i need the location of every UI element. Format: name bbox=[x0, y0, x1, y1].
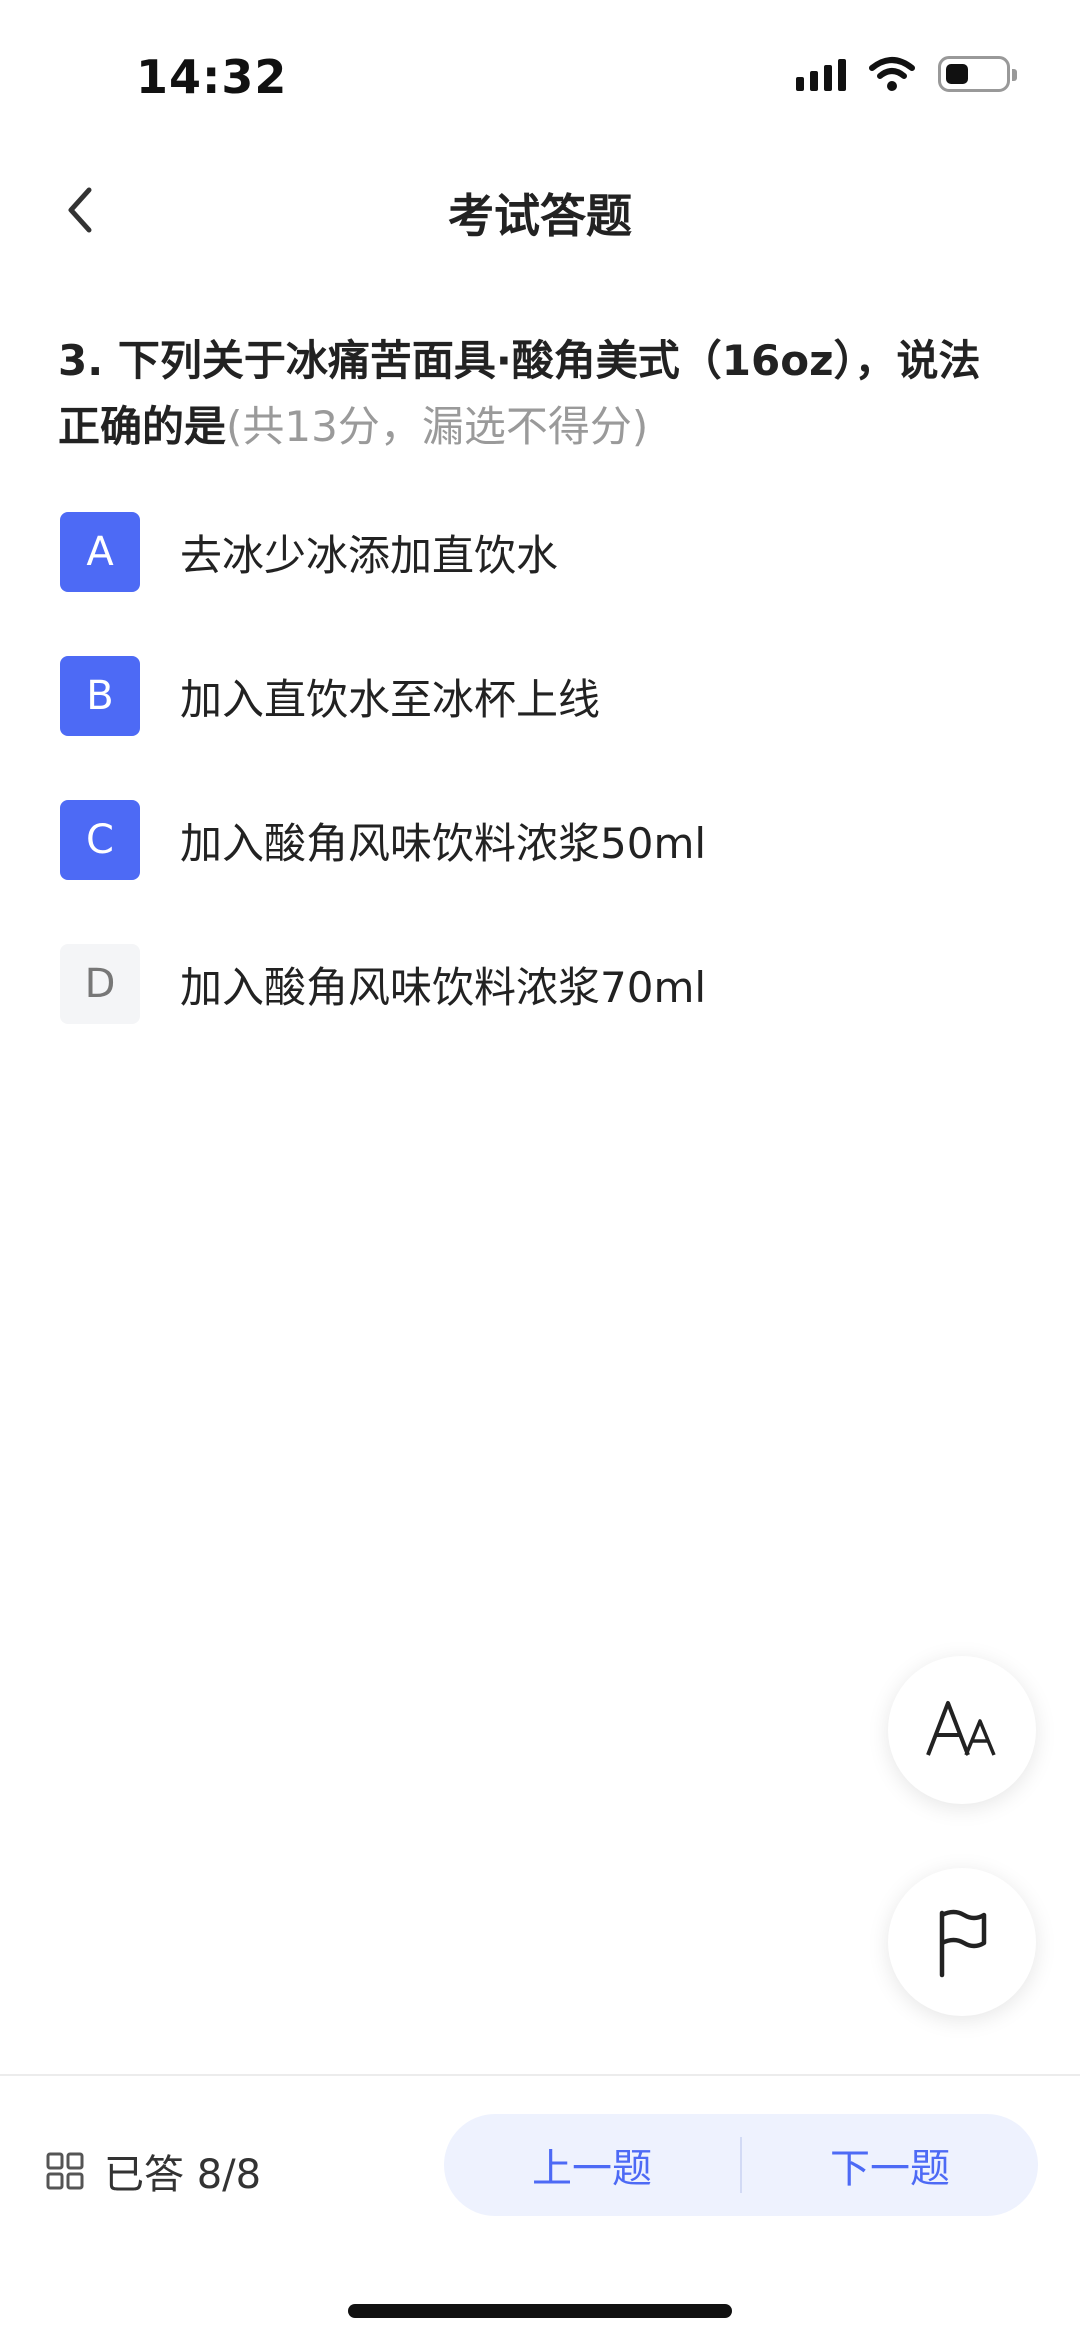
option-letter: A bbox=[60, 512, 140, 592]
option-text: 加入酸角风味饮料浓浆70ml bbox=[180, 962, 707, 1012]
option-text: 加入酸角风味饮料浓浆50ml bbox=[180, 818, 707, 868]
page-title: 考试答题 bbox=[448, 189, 632, 243]
option-letter: B bbox=[60, 656, 140, 736]
option-b[interactable]: B 加入直饮水至冰杯上线 bbox=[60, 656, 1020, 736]
question-nav-group: 上一题 下一题 bbox=[444, 2114, 1038, 2216]
exam-page: 14:32 考试答题 3. 下列关于冰痛苦面具·酸角美式（16oz），说法正确的… bbox=[0, 0, 1080, 2341]
options-list: A 去冰少冰添加直饮水 B 加入直饮水至冰杯上线 C 加入酸角风味饮料浓浆50m… bbox=[60, 512, 1020, 1088]
answer-card-button[interactable]: 已答 8/8 bbox=[46, 2142, 261, 2200]
question-score-note: (共13分，漏选不得分) bbox=[226, 402, 649, 451]
prev-question-button[interactable]: 上一题 bbox=[444, 2114, 740, 2216]
mark-flag-button[interactable] bbox=[888, 1868, 1036, 2016]
option-letter: D bbox=[60, 944, 140, 1024]
flag-icon bbox=[939, 1909, 987, 1978]
option-a[interactable]: A 去冰少冰添加直饮水 bbox=[60, 512, 1020, 592]
option-c[interactable]: C 加入酸角风味饮料浓浆50ml bbox=[60, 800, 1020, 880]
font-size-button[interactable] bbox=[888, 1656, 1036, 1804]
status-bar: 14:32 bbox=[0, 0, 1080, 150]
nav-bar: 考试答题 bbox=[0, 150, 1080, 270]
font-size-icon bbox=[926, 1701, 996, 1756]
option-text: 去冰少冰添加直饮水 bbox=[180, 530, 559, 580]
question-number: 3. bbox=[58, 336, 104, 385]
option-letter: C bbox=[60, 800, 140, 880]
signal-icon bbox=[796, 57, 846, 91]
grid-icon bbox=[46, 2152, 84, 2190]
home-indicator bbox=[348, 2304, 732, 2318]
answered-count: 已答 8/8 bbox=[104, 2152, 262, 2198]
option-text: 加入直饮水至冰杯上线 bbox=[180, 674, 601, 724]
question-text: 3. 下列关于冰痛苦面具·酸角美式（16oz），说法正确的是(共13分，漏选不得… bbox=[58, 328, 1018, 460]
option-d[interactable]: D 加入酸角风味饮料浓浆70ml bbox=[60, 944, 1020, 1024]
bottom-bar: 已答 8/8 上一题 下一题 bbox=[0, 2074, 1080, 2341]
next-question-button[interactable]: 下一题 bbox=[742, 2114, 1038, 2216]
status-icons bbox=[796, 56, 1017, 92]
battery-icon bbox=[938, 56, 1017, 92]
wifi-icon bbox=[869, 57, 915, 91]
status-time: 14:32 bbox=[136, 50, 288, 104]
